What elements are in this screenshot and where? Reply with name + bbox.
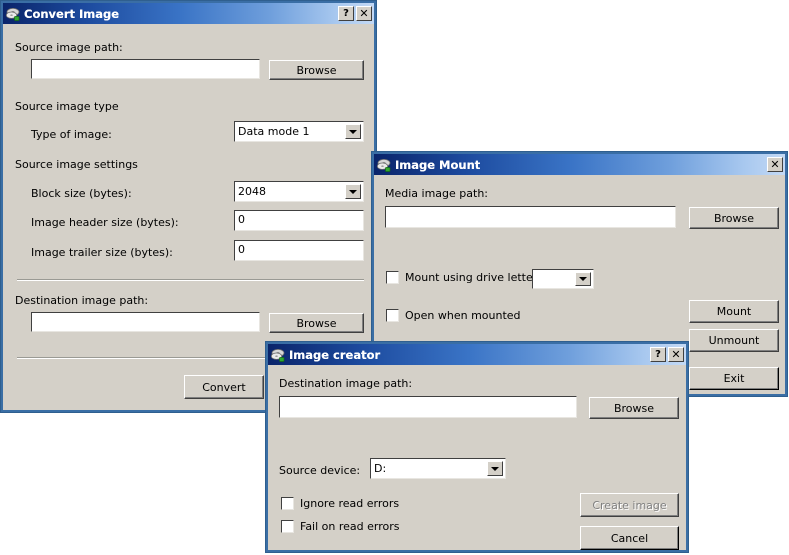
ignore-read-errors-checkbox-row[interactable]: Ignore read errors — [281, 497, 399, 510]
ignore-read-errors-checkbox[interactable] — [281, 497, 294, 510]
source-device-dropdown[interactable]: D: — [370, 458, 506, 479]
disc-drive-icon — [270, 347, 286, 363]
create-image-button[interactable]: Create image — [580, 493, 679, 517]
exit-button[interactable]: Exit — [689, 367, 779, 390]
open-when-mounted-checkbox-row[interactable]: Open when mounted — [386, 309, 521, 322]
dest-browse-button[interactable]: Browse — [589, 397, 679, 419]
settings-group-label: Source image settings — [15, 158, 138, 171]
drive-letter-dropdown[interactable] — [532, 269, 594, 289]
media-browse-button[interactable]: Browse — [689, 207, 779, 229]
titlebar-image-mount[interactable]: Image Mount ✕ — [374, 154, 785, 175]
dest-browse-button[interactable]: Browse — [269, 313, 364, 333]
cancel-button[interactable]: Cancel — [580, 526, 679, 550]
convert-button[interactable]: Convert — [184, 375, 264, 399]
fail-on-read-errors-checkbox[interactable] — [281, 520, 294, 533]
ignore-read-errors-label: Ignore read errors — [300, 497, 400, 510]
dest-path-label: Destination image path: — [279, 377, 413, 390]
trailer-size-input[interactable]: 0 — [234, 240, 364, 261]
disc-drive-icon — [5, 6, 21, 22]
help-button[interactable]: ? — [650, 347, 666, 362]
type-of-image-label: Type of image: — [31, 128, 112, 141]
creator-client-area: Destination image path: Browse Source de… — [268, 365, 686, 550]
chevron-down-icon[interactable] — [345, 184, 361, 199]
close-icon[interactable]: ✕ — [356, 6, 372, 21]
mount-button[interactable]: Mount — [689, 300, 779, 323]
source-device-value: D: — [374, 461, 387, 475]
window-title: Image creator — [289, 347, 381, 362]
help-button[interactable]: ? — [338, 6, 354, 21]
type-of-image-dropdown[interactable]: Data mode 1 — [234, 121, 364, 142]
titlebar-convert-image[interactable]: Convert Image ? ✕ — [3, 3, 374, 24]
window-image-creator[interactable]: Image creator ? ✕ Destination image path… — [265, 341, 689, 553]
source-device-label: Source device: — [279, 464, 361, 477]
block-size-dropdown[interactable]: 2048 — [234, 181, 364, 202]
media-path-label: Media image path: — [385, 187, 489, 200]
source-browse-button[interactable]: Browse — [269, 60, 364, 80]
block-size-value: 2048 — [238, 184, 266, 198]
titlebar-buttons: ? ✕ — [650, 347, 684, 362]
mount-drive-letter-checkbox[interactable] — [386, 271, 399, 284]
close-icon[interactable]: ✕ — [668, 347, 684, 362]
source-path-input[interactable] — [31, 59, 260, 79]
dest-path-input[interactable] — [31, 312, 260, 332]
dest-path-input[interactable] — [279, 396, 577, 418]
chevron-down-icon[interactable] — [345, 124, 361, 139]
chevron-down-icon[interactable] — [487, 461, 503, 476]
window-title: Convert Image — [24, 6, 120, 21]
type-of-image-value: Data mode 1 — [238, 124, 310, 138]
dest-path-label: Destination image path: — [15, 294, 149, 307]
block-size-label: Block size (bytes): — [31, 187, 132, 200]
window-title: Image Mount — [395, 157, 481, 172]
titlebar-buttons: ? ✕ — [338, 6, 372, 21]
disc-drive-icon — [376, 157, 392, 173]
close-icon[interactable]: ✕ — [767, 157, 783, 172]
header-size-input[interactable]: 0 — [234, 210, 364, 231]
source-path-label: Source image path: — [15, 41, 123, 54]
open-when-mounted-label: Open when mounted — [405, 309, 521, 322]
mount-drive-letter-label: Mount using drive letter — [405, 271, 538, 284]
fail-on-read-errors-checkbox-row[interactable]: Fail on read errors — [281, 520, 400, 533]
titlebar-buttons: ✕ — [767, 157, 783, 172]
unmount-button[interactable]: Unmount — [689, 329, 779, 352]
source-type-group-label: Source image type — [15, 100, 119, 113]
header-size-label: Image header size (bytes): — [31, 216, 179, 229]
open-when-mounted-checkbox[interactable] — [386, 309, 399, 322]
trailer-size-label: Image trailer size (bytes): — [31, 246, 173, 259]
chevron-down-icon[interactable] — [575, 272, 591, 286]
media-path-input[interactable] — [385, 206, 676, 228]
divider-1 — [17, 279, 364, 281]
fail-on-read-errors-label: Fail on read errors — [300, 520, 400, 533]
titlebar-image-creator[interactable]: Image creator ? ✕ — [268, 344, 686, 365]
mount-drive-letter-checkbox-row[interactable]: Mount using drive letter — [386, 271, 537, 284]
